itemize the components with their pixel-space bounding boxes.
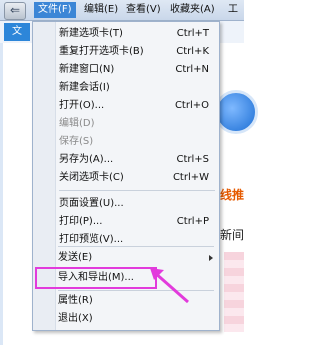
menu-bar: ⇐ 文件(F) 编辑(E) 查看(V) 收藏夹(A) 工 — [0, 0, 244, 21]
menu-item-new-tab[interactable]: 新建选项卡(T) Ctrl+T — [33, 25, 219, 43]
menu-item-shortcut: Ctrl+O — [174, 100, 209, 111]
menu-item-save-as[interactable]: 另存为(A)... Ctrl+S — [33, 151, 219, 169]
menu-item-label: 编辑(D) — [59, 118, 95, 129]
menu-item-edit: 编辑(D) — [33, 115, 219, 133]
side-strip — [0, 43, 3, 345]
menu-item-duplicate-tab[interactable]: 重复打开选项卡(B) Ctrl+K — [33, 43, 219, 61]
menu-item-label: 新建窗口(N) — [59, 64, 115, 75]
menu-item-label: 重复打开选项卡(B) — [59, 46, 144, 57]
menu-item-label: 另存为(A)... — [59, 154, 114, 165]
page-text-orange: 线推 — [219, 188, 244, 202]
browser-tab[interactable]: 文 — [4, 23, 30, 41]
menu-item-label: 属性(R) — [58, 295, 93, 306]
menu-item-shortcut: Ctrl+W — [172, 172, 209, 183]
menu-item-label: 新建会话(I) — [59, 82, 110, 93]
menu-item-label: 保存(S) — [59, 136, 94, 147]
blurred-content — [224, 252, 244, 332]
menu-item-label: 新建选项卡(T) — [59, 28, 123, 39]
menu-separator — [58, 246, 214, 247]
menu-item-shortcut: Ctrl+T — [176, 28, 209, 39]
menu-item-new-window[interactable]: 新建窗口(N) Ctrl+N — [33, 61, 219, 79]
menu-item-label: 打印(P)... — [59, 216, 103, 227]
menu-item-close-tab[interactable]: 关闭选项卡(C) Ctrl+W — [33, 169, 219, 187]
menu-favorites[interactable]: 收藏夹(A) — [170, 2, 215, 18]
menu-tools[interactable]: 工 — [228, 2, 238, 18]
menu-view[interactable]: 查看(V) — [126, 2, 161, 18]
highlight-box — [35, 267, 157, 289]
menu-item-page-setup[interactable]: 页面设置(U)... — [33, 195, 219, 213]
menu-separator — [59, 190, 215, 191]
menu-item-label: 页面设置(U)... — [59, 198, 124, 209]
menu-item-label: 退出(X) — [58, 313, 93, 324]
menu-edit[interactable]: 编辑(E) — [84, 2, 118, 18]
menu-item-print[interactable]: 打印(P)... Ctrl+P — [33, 213, 219, 231]
menu-item-label: 打开(O)... — [59, 100, 105, 111]
menu-item-label: 关闭选项卡(C) — [59, 172, 124, 183]
menu-item-shortcut: Ctrl+N — [175, 64, 209, 75]
menu-item-new-session[interactable]: 新建会话(I) — [33, 79, 219, 97]
menu-item-shortcut: Ctrl+S — [176, 154, 209, 165]
back-arrow-icon[interactable]: ⇐ — [4, 2, 26, 20]
menu-item-label: 发送(E) — [58, 252, 93, 263]
pointer-arrow-icon — [150, 268, 189, 304]
page-text-dark: 新间 — [219, 228, 244, 242]
menu-item-save: 保存(S) — [33, 133, 219, 151]
menu-file[interactable]: 文件(F) — [34, 2, 76, 18]
menu-item-shortcut: Ctrl+P — [176, 216, 209, 227]
submenu-arrow-icon — [209, 255, 213, 261]
menu-item-exit[interactable]: 退出(X) — [32, 310, 218, 328]
page-badge-icon — [214, 90, 258, 134]
menu-item-open[interactable]: 打开(O)... Ctrl+O — [33, 97, 219, 115]
menu-item-shortcut: Ctrl+K — [176, 46, 209, 57]
